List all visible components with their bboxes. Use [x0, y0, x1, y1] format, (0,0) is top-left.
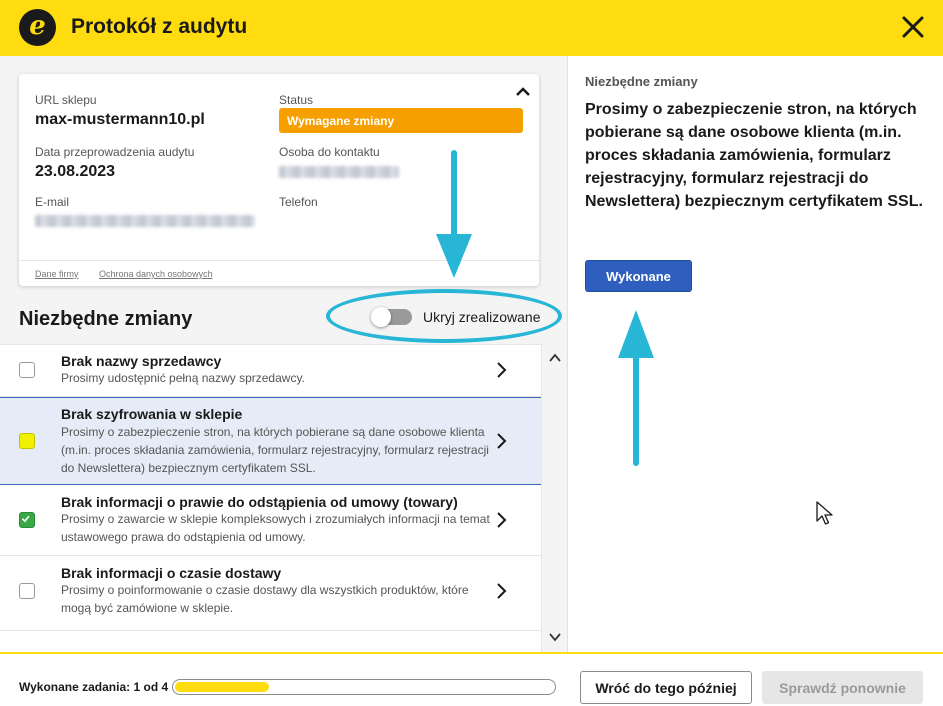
- status-label: Status: [279, 93, 314, 107]
- date-label: Data przeprowadzenia audytu: [35, 145, 195, 159]
- changes-list: Brak nazwy sprzedawcy Prosimy udostępnić…: [0, 344, 541, 652]
- chevron-up-icon[interactable]: [548, 352, 562, 364]
- header-bar: e Protokół z audytu: [0, 0, 943, 56]
- list-item[interactable]: Brak nazwy sprzedawcy Prosimy udostępnić…: [0, 345, 541, 397]
- chevron-right-icon[interactable]: [494, 432, 508, 450]
- date-value: 23.08.2023: [35, 163, 116, 180]
- audit-info-card: URL sklepu max-mustermann10.pl Status Wy…: [19, 74, 539, 286]
- email-value-blurred: [35, 215, 255, 227]
- chevron-right-icon[interactable]: [494, 582, 508, 600]
- progress-label: Wykonane zadania: 1 od 4: [19, 680, 169, 694]
- toggle-knob: [371, 307, 391, 327]
- status-badge: Wymagane zmiany: [279, 108, 523, 133]
- list-item[interactable]: Brak informacji o czasie dostawy Prosimy…: [0, 556, 541, 631]
- chevron-up-icon[interactable]: [513, 82, 533, 102]
- progress-fill: [175, 682, 269, 692]
- privacy-link[interactable]: Ochrona danych osobowych: [99, 269, 213, 279]
- hide-completed-toggle[interactable]: Ukryj zrealizowane: [371, 307, 541, 327]
- card-divider: [19, 260, 539, 261]
- item-title: Brak informacji o prawie do odstąpienia …: [61, 494, 458, 510]
- page-title: Protokół z audytu: [71, 15, 248, 38]
- item-description: Prosimy o zabezpieczenie stron, na który…: [61, 425, 489, 475]
- item-title: Brak szyfrowania w sklepie: [61, 406, 243, 422]
- done-button[interactable]: Wykonane: [585, 260, 692, 292]
- url-label: URL sklepu: [35, 93, 97, 107]
- list-item[interactable]: Brak informacji o prawie do odstąpienia …: [0, 485, 541, 556]
- recheck-button[interactable]: Sprawdź ponownie: [762, 671, 923, 704]
- footer-bar: Wykonane zadania: 1 od 4 Wróć do tego pó…: [0, 652, 943, 706]
- item-title: Brak informacji o czasie dostawy: [61, 565, 282, 581]
- item-description: Prosimy o poinformowanie o czasie dostaw…: [61, 583, 469, 615]
- company-data-link[interactable]: Dane firmy: [35, 269, 79, 279]
- list-item-selected[interactable]: Brak szyfrowania w sklepie Prosimy o zab…: [0, 397, 541, 485]
- detail-label: Niezbędne zmiany: [585, 74, 698, 89]
- email-label: E-mail: [35, 195, 70, 209]
- item-checkbox[interactable]: [19, 433, 35, 449]
- phone-label: Telefon: [279, 195, 318, 209]
- chevron-down-icon[interactable]: [548, 631, 562, 643]
- contact-label: Osoba do kontaktu: [279, 145, 380, 159]
- toggle-label: Ukryj zrealizowane: [423, 309, 541, 325]
- progress-bar: [172, 679, 556, 695]
- item-description: Prosimy o zawarcie w sklepie kompleksowy…: [61, 512, 490, 544]
- item-title: Brak nazwy sprzedawcy: [61, 353, 222, 369]
- item-description: Prosimy udostępnić pełną nazwy sprzedawc…: [61, 371, 305, 385]
- toggle-switch[interactable]: [371, 307, 412, 327]
- mouse-cursor-icon: [816, 501, 833, 525]
- left-panel: URL sklepu max-mustermann10.pl Status Wy…: [0, 56, 567, 652]
- check-icon: [21, 515, 30, 523]
- item-checkbox-checked[interactable]: [19, 512, 35, 528]
- detail-panel: Niezbędne zmiany Prosimy o zabezpieczeni…: [567, 56, 943, 652]
- item-checkbox[interactable]: [19, 362, 35, 378]
- chevron-right-icon[interactable]: [494, 361, 508, 379]
- detail-text: Prosimy o zabezpieczenie stron, na który…: [585, 101, 923, 210]
- item-checkbox[interactable]: [19, 583, 35, 599]
- contact-value-blurred: [279, 166, 399, 178]
- come-back-later-button[interactable]: Wróć do tego później: [580, 671, 752, 704]
- section-title: Niezbędne zmiany: [19, 308, 193, 330]
- list-scrollbar[interactable]: [541, 344, 567, 652]
- chevron-right-icon[interactable]: [494, 511, 508, 529]
- close-icon[interactable]: [900, 14, 926, 40]
- url-value: max-mustermann10.pl: [35, 111, 205, 128]
- trusted-shops-logo: e: [19, 9, 56, 46]
